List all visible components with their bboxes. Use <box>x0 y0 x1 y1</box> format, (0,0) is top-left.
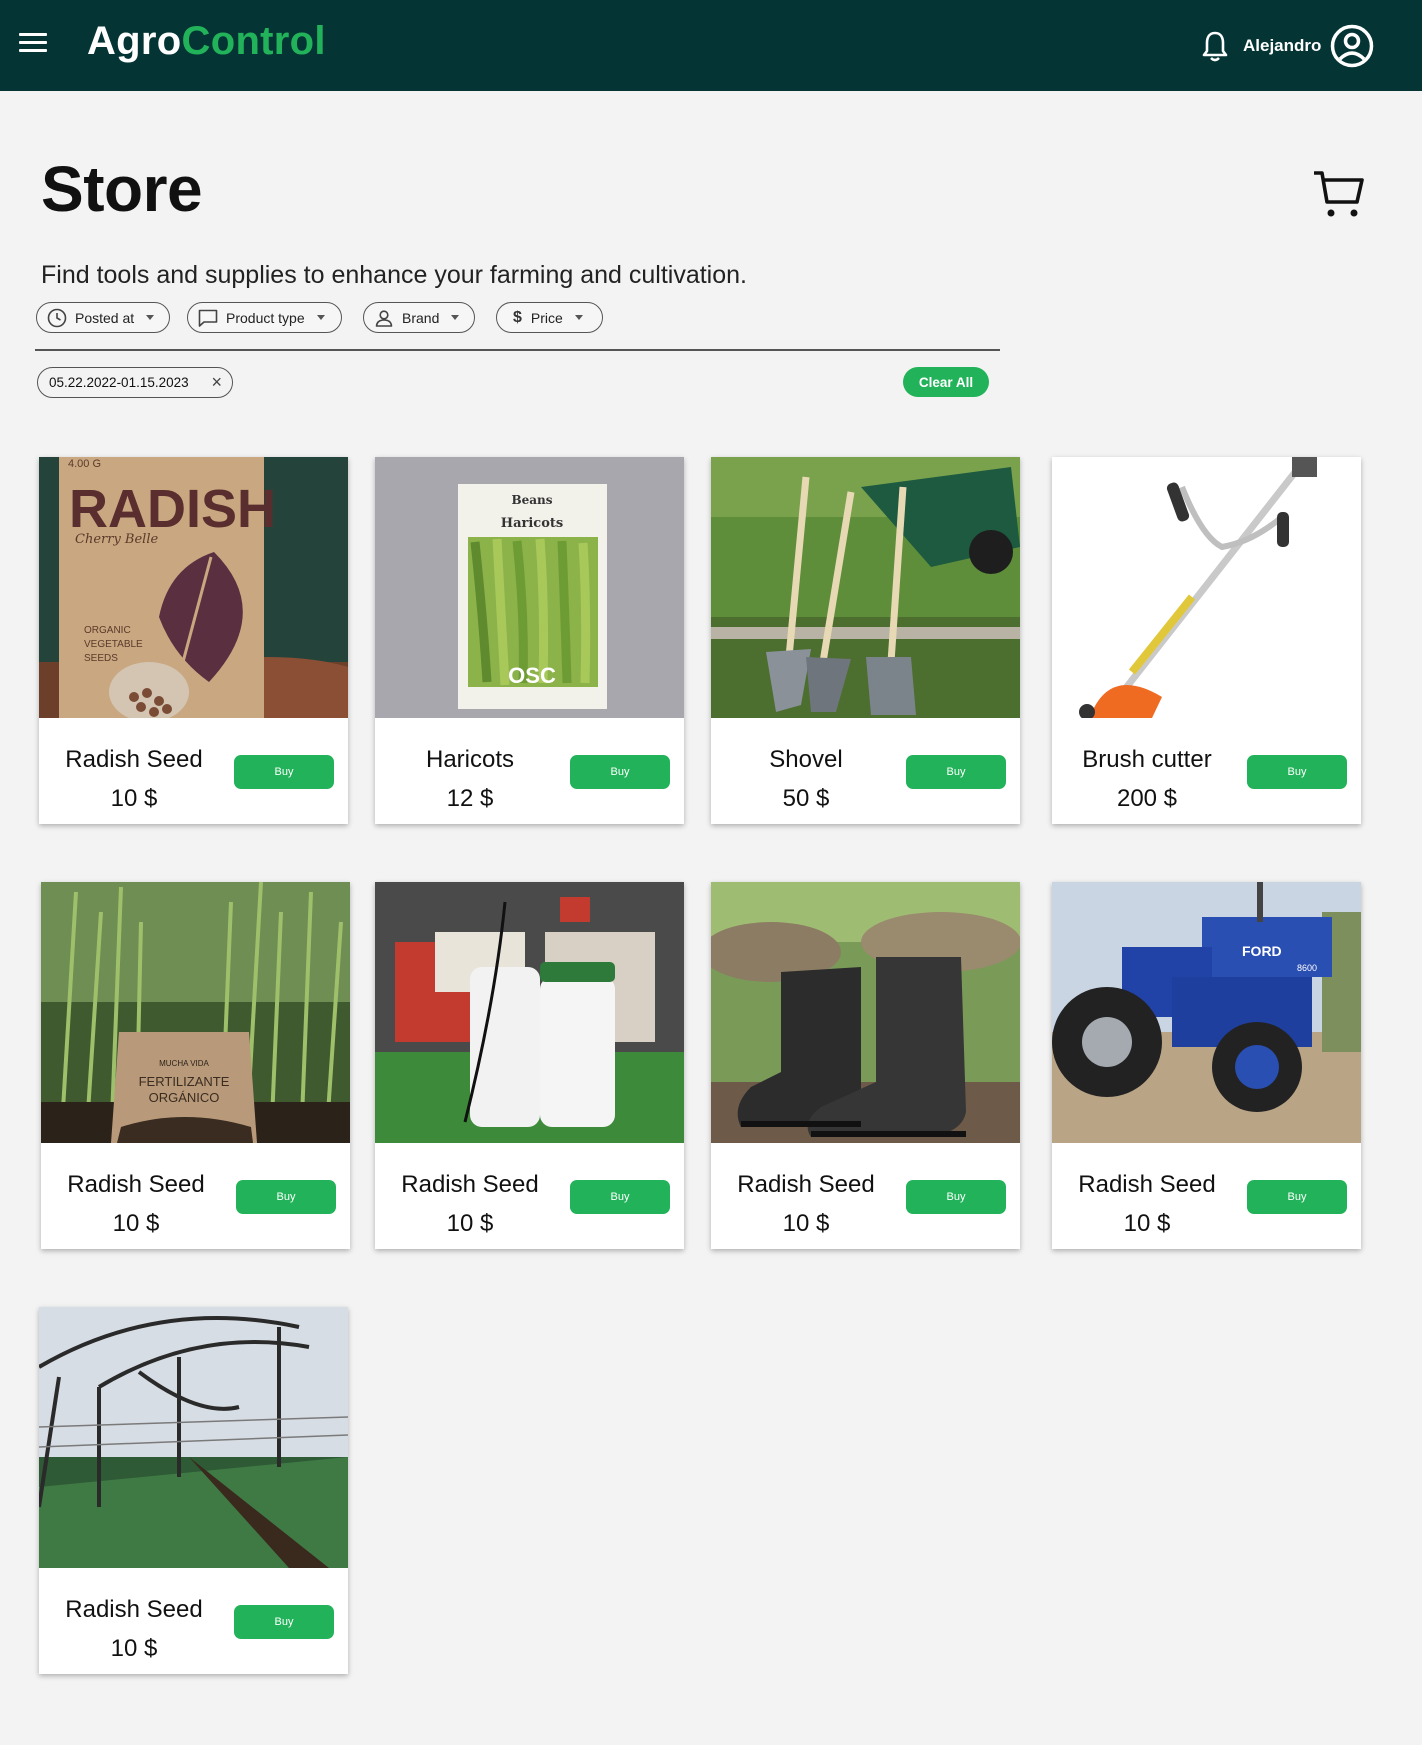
filter-label: Product type <box>226 309 305 326</box>
product-price: 10 $ <box>446 1210 494 1237</box>
product-card[interactable]: 4.00 G RADISH Cherry Belle ORGANIC VEGET… <box>39 457 348 824</box>
filter-brand[interactable]: Brand <box>363 302 475 333</box>
bag-brand: MUCHA VIDA <box>159 1059 209 1068</box>
clock-icon <box>47 308 67 327</box>
filter-posted-at[interactable]: Posted at <box>36 302 170 333</box>
product-price: 10 $ <box>1123 1210 1171 1237</box>
app-logo[interactable]: AgroControl <box>87 19 326 64</box>
product-price: 10 $ <box>782 1210 830 1237</box>
filter-price[interactable]: $ Price <box>496 302 603 333</box>
packet-line-2: VEGETABLE <box>84 639 143 650</box>
product-card[interactable]: Shovel 50 $ Buy <box>711 457 1020 824</box>
tractor-model: 8600 <box>1297 963 1317 973</box>
page-title: Store <box>41 153 203 225</box>
person-icon <box>375 309 393 327</box>
product-price: 10 $ <box>110 1635 158 1662</box>
packet-weight: 4.00 G <box>68 458 101 470</box>
filter-label: Price <box>530 309 563 326</box>
packet-brand: OSC <box>508 663 556 688</box>
brush-cutter-image[interactable] <box>1052 457 1361 718</box>
product-name: Radish Seed <box>65 1596 203 1623</box>
caret-down-icon <box>451 315 460 320</box>
sprayer-image[interactable] <box>375 882 684 1143</box>
product-card[interactable]: Beans Haricots OSC Haricots 12 $ Buy <box>375 457 684 824</box>
clear-all-button[interactable]: Clear All <box>903 367 989 397</box>
product-price: 50 $ <box>782 785 830 812</box>
product-price: 10 $ <box>110 785 158 812</box>
caret-down-icon <box>316 315 325 320</box>
product-name: Brush cutter <box>1082 746 1212 773</box>
packet-line-1: ORGANIC <box>84 625 131 636</box>
buy-button[interactable]: Buy <box>570 755 670 789</box>
filter-label: Posted at <box>75 309 135 326</box>
product-price: 12 $ <box>446 785 494 812</box>
blue-tractor-image[interactable]: FORD 8600 <box>1052 882 1361 1143</box>
product-card[interactable]: Radish Seed 10 $ Buy <box>375 882 684 1249</box>
packet-variety: Cherry Belle <box>75 532 158 547</box>
packet-title: RADISH <box>69 479 276 539</box>
top-bar: AgroControl Alejandro <box>0 0 1422 91</box>
buy-button[interactable]: Buy <box>234 1605 334 1639</box>
rubber-boots-image[interactable] <box>711 882 1020 1143</box>
product-card[interactable]: Radish Seed 10 $ Buy <box>39 1307 348 1674</box>
product-name: Radish Seed <box>67 1171 205 1198</box>
product-name: Radish Seed <box>65 746 203 773</box>
radish-seed-packet-image[interactable]: 4.00 G RADISH Cherry Belle ORGANIC VEGET… <box>39 457 348 718</box>
product-card[interactable]: MUCHA VIDA FERTILIZANTE ORGÁNICO Radish … <box>41 882 350 1249</box>
filter-product-type[interactable]: Product type <box>187 302 342 333</box>
product-name: Haricots <box>425 746 515 773</box>
logo-text-agro: Agro <box>87 19 182 63</box>
beans-seed-packet-image[interactable]: Beans Haricots OSC <box>375 457 684 718</box>
buy-button[interactable]: Buy <box>236 1180 336 1214</box>
bag-line-2: ORGÁNICO <box>149 1090 220 1105</box>
tractor-brand: FORD <box>1242 943 1282 959</box>
product-card[interactable]: FORD 8600 Radish Seed 10 $ Buy <box>1052 882 1361 1249</box>
greenhouse-image[interactable] <box>39 1307 348 1568</box>
product-card[interactable]: Brush cutter 200 $ Buy <box>1052 457 1361 824</box>
filter-divider <box>35 349 1000 351</box>
bell-icon[interactable] <box>1201 29 1229 63</box>
packet-title-2: Haricots <box>501 516 563 531</box>
fertilizer-bag-image[interactable]: MUCHA VIDA FERTILIZANTE ORGÁNICO <box>41 882 350 1143</box>
buy-button[interactable]: Buy <box>906 1180 1006 1214</box>
product-name: Radish Seed <box>737 1171 875 1198</box>
product-name: Radish Seed <box>1078 1171 1216 1198</box>
filter-label: Brand <box>402 309 440 326</box>
shopping-cart-icon[interactable] <box>1314 170 1364 220</box>
buy-button[interactable]: Buy <box>906 755 1006 789</box>
buy-button[interactable]: Buy <box>1247 1180 1347 1214</box>
menu-icon[interactable] <box>19 33 47 55</box>
product-price: 200 $ <box>1116 785 1178 812</box>
packet-line-3: SEEDS <box>84 653 118 664</box>
shovels-wheelbarrow-image[interactable] <box>711 457 1020 718</box>
active-filter-chip: 05.22.2022-01.15.2023 × <box>37 367 233 398</box>
packet-title-1: Beans <box>511 493 552 507</box>
username[interactable]: Alejandro <box>1243 36 1321 56</box>
user-avatar-icon[interactable] <box>1330 24 1374 68</box>
bag-line-1: FERTILIZANTE <box>139 1074 230 1089</box>
message-icon <box>198 309 218 327</box>
dollar-icon: $ <box>513 308 522 326</box>
product-name: Shovel <box>769 746 843 773</box>
caret-down-icon <box>574 315 583 320</box>
active-filter-label: 05.22.2022-01.15.2023 <box>49 375 189 390</box>
caret-down-icon <box>146 315 155 320</box>
product-price: 10 $ <box>112 1210 160 1237</box>
product-card[interactable]: Radish Seed 10 $ Buy <box>711 882 1020 1249</box>
buy-button[interactable]: Buy <box>570 1180 670 1214</box>
page-subtitle: Find tools and supplies to enhance your … <box>41 261 747 289</box>
buy-button[interactable]: Buy <box>234 755 334 789</box>
product-name: Radish Seed <box>401 1171 539 1198</box>
buy-button[interactable]: Buy <box>1247 755 1347 789</box>
remove-filter-icon[interactable]: × <box>211 373 222 391</box>
logo-text-control: Control <box>181 19 326 63</box>
